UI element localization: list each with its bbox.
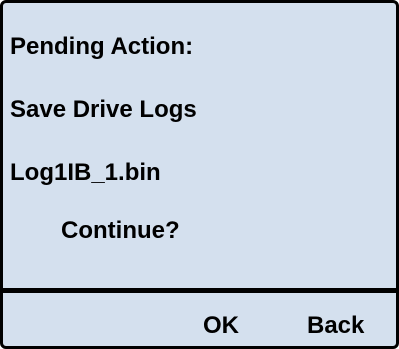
ok-button[interactable]: OK <box>203 312 239 340</box>
pending-action-dialog: Pending Action: Save Drive Logs Log1IB_1… <box>0 0 399 349</box>
action-name: Save Drive Logs <box>10 96 197 123</box>
back-button[interactable]: Back <box>307 312 364 340</box>
log-filename: Log1IB_1.bin <box>10 159 161 186</box>
softkey-divider <box>3 288 396 293</box>
dialog-heading: Pending Action: <box>10 33 194 60</box>
continue-prompt: Continue? <box>61 217 180 244</box>
